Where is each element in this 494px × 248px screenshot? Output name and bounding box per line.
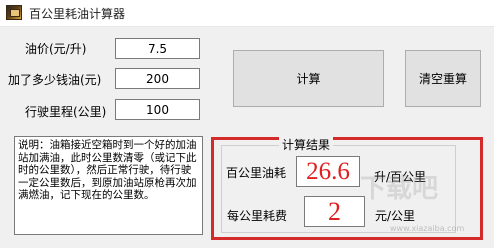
- money-input[interactable]: [115, 68, 200, 89]
- distance-label: 行驶里程(公里): [25, 105, 107, 119]
- title-bar: 百公里耗油计算器: [0, 0, 494, 27]
- per100-value: 26.6: [296, 156, 360, 187]
- per100-unit: 升/百公里: [374, 170, 427, 184]
- money-label: 加了多少钱油(元): [8, 73, 102, 87]
- app-icon: [6, 5, 22, 20]
- window-title: 百公里耗油计算器: [29, 7, 126, 21]
- price-label: 油价(元/升): [25, 42, 87, 56]
- perkm-unit: 元/公里: [375, 209, 416, 223]
- perkm-label: 每公里耗费: [227, 209, 288, 223]
- results-group-title: 计算结果: [279, 136, 334, 153]
- perkm-value: 2: [304, 196, 365, 227]
- note-textarea[interactable]: 说明：油箱接近空箱时到一个好的加油站加满油，此时公里数清零（或记下此时的公里数）…: [14, 136, 203, 235]
- clear-button[interactable]: 清空重算: [405, 50, 481, 107]
- calculate-button[interactable]: 计算: [233, 50, 384, 107]
- distance-input[interactable]: [115, 99, 200, 120]
- price-input[interactable]: [115, 38, 200, 59]
- per100-label: 百公里油耗: [226, 166, 287, 180]
